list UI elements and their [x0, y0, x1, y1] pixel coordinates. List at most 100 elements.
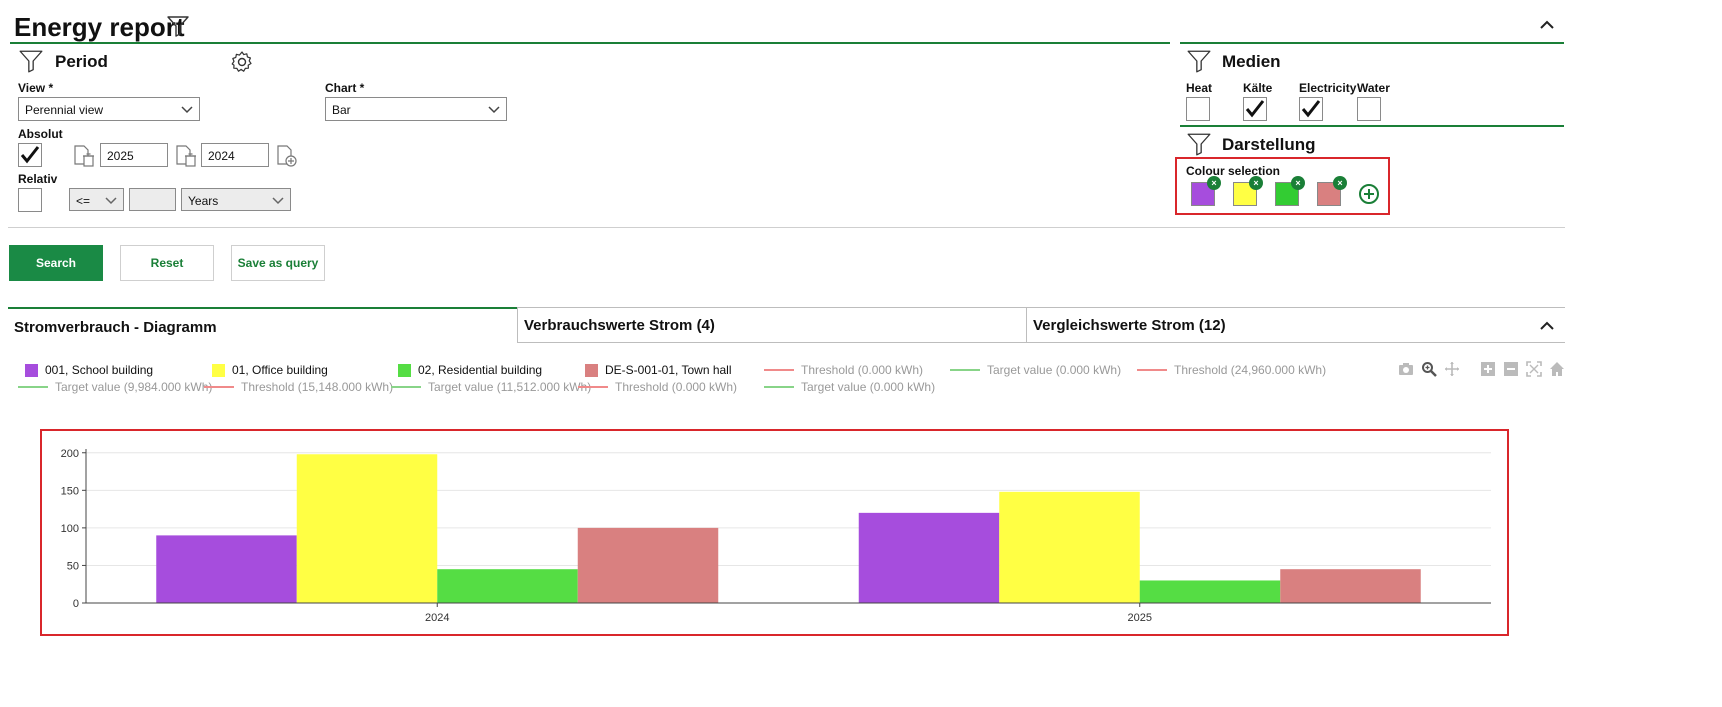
view-select[interactable]: Perennial view: [18, 97, 200, 121]
legend-label: 01, Office building: [232, 363, 328, 377]
filters-divider: [8, 227, 1565, 228]
period-title: Period: [55, 52, 108, 71]
checkmark-icon: [1301, 100, 1321, 118]
y-tick-label: 100: [61, 523, 79, 535]
delete-year-icon[interactable]: [72, 144, 96, 168]
tab-label: Stromverbrauch - Diagramm: [14, 319, 217, 336]
camera-icon[interactable]: [1398, 361, 1414, 377]
legend-line: [764, 386, 794, 388]
pan-icon[interactable]: [1444, 361, 1460, 377]
legend-item[interactable]: Target value (11,512.000 kWh): [391, 380, 591, 394]
x-tick-label: 2024: [425, 612, 449, 624]
medien-label-kaelte: Kälte: [1243, 81, 1273, 95]
chart-select[interactable]: Bar: [325, 97, 507, 121]
reset-button[interactable]: Reset: [120, 245, 214, 281]
delete-year-icon[interactable]: [174, 144, 198, 168]
medien-filter-icon: [1186, 48, 1212, 74]
y-tick-label: 150: [61, 485, 79, 497]
legend-item[interactable]: Threshold (24,960.000 kWh): [1137, 363, 1326, 377]
legend-item[interactable]: Threshold (0.000 kWh): [764, 363, 923, 377]
medien-checkbox-heat[interactable]: [1186, 97, 1210, 121]
header-divider: [10, 42, 1170, 44]
darstellung-filter-icon: [1186, 131, 1212, 157]
medien-checkbox-kaelte[interactable]: [1243, 97, 1267, 121]
legend-item[interactable]: Threshold (0.000 kWh): [578, 380, 737, 394]
collapse-tabs-icon[interactable]: [1538, 317, 1556, 335]
legend-swatch: [585, 363, 598, 377]
legend-label: Threshold (0.000 kWh): [615, 380, 738, 394]
relativ-checkbox[interactable]: [18, 188, 42, 212]
checkmark-icon: [20, 146, 40, 164]
legend-item[interactable]: 02, Residential building: [398, 363, 542, 377]
colour-swatch-1[interactable]: ×: [1191, 176, 1221, 206]
colour-selection-label: Colour selection: [1186, 164, 1281, 178]
medien-divider: [1180, 125, 1564, 127]
search-button[interactable]: Search: [9, 245, 103, 281]
year-from-input[interactable]: 2025: [100, 143, 168, 167]
legend-line: [950, 369, 980, 371]
colour-swatch-4[interactable]: ×: [1317, 176, 1347, 206]
bar: [858, 512, 1000, 603]
view-select-value: Perennial view: [25, 103, 104, 117]
legend-line: [391, 386, 421, 388]
chart-toolbar: [1398, 361, 1565, 377]
operator-select[interactable]: <=: [69, 188, 124, 211]
save-as-query-button[interactable]: Save as query: [231, 245, 325, 281]
remove-colour-icon[interactable]: ×: [1249, 176, 1263, 190]
autoscale-icon[interactable]: [1526, 361, 1542, 377]
darstellung-title: Darstellung: [1222, 135, 1316, 154]
unit-select[interactable]: Years: [181, 188, 291, 211]
bar: [1280, 569, 1421, 603]
zoom-in-icon[interactable]: [1480, 361, 1496, 377]
bar: [296, 454, 438, 603]
add-colour-icon[interactable]: [1358, 183, 1380, 205]
medien-label-water: Water: [1357, 81, 1390, 95]
medien-checkbox-water[interactable]: [1357, 97, 1381, 121]
y-tick-label: 200: [61, 448, 79, 460]
settings-gear-icon[interactable]: [230, 50, 254, 74]
legend-item[interactable]: Target value (0.000 kWh): [950, 363, 1121, 377]
bar: [156, 535, 297, 603]
header-divider-right: [1180, 42, 1564, 44]
bar: [437, 569, 578, 603]
legend-item[interactable]: Threshold (15,148.000 kWh): [204, 380, 393, 394]
filter-icon[interactable]: [166, 14, 190, 38]
legend-item[interactable]: 001, School building: [25, 363, 153, 377]
legend-label: DE-S-001-01, Town hall: [605, 363, 732, 377]
page-title: Energy report: [14, 12, 185, 42]
legend-label: Target value (11,512.000 kWh): [428, 380, 592, 394]
zoom-out-icon[interactable]: [1503, 361, 1519, 377]
year-to-input[interactable]: 2024: [201, 143, 269, 167]
reset-axes-icon[interactable]: [1549, 361, 1565, 377]
legend-label: Target value (0.000 kWh): [801, 380, 936, 394]
collapse-header-icon[interactable]: [1538, 16, 1556, 34]
medien-checkbox-electricity[interactable]: [1299, 97, 1323, 121]
remove-colour-icon[interactable]: ×: [1207, 176, 1221, 190]
legend-item[interactable]: 01, Office building: [212, 363, 328, 377]
relative-number-input[interactable]: [129, 188, 176, 211]
legend-label: Target value (0.000 kWh): [987, 363, 1122, 377]
tab-verbrauchswerte-strom[interactable]: Verbrauchswerte Strom (4): [517, 307, 1026, 343]
remove-colour-icon[interactable]: ×: [1291, 176, 1305, 190]
legend-item[interactable]: Target value (0.000 kWh): [764, 380, 935, 394]
legend-item[interactable]: DE-S-001-01, Town hall: [585, 363, 732, 377]
chevron-down-icon: [105, 197, 117, 205]
bar-chart: 0 50 100 150 200 2024 2025: [61, 448, 1491, 624]
legend-swatch: [212, 363, 225, 377]
x-tick-label: 2025: [1128, 612, 1152, 624]
remove-colour-icon[interactable]: ×: [1333, 176, 1347, 190]
bar: [999, 491, 1140, 603]
colour-swatch-3[interactable]: ×: [1275, 176, 1305, 206]
add-year-icon[interactable]: [275, 144, 299, 168]
legend-item[interactable]: Target value (9,984.000 kWh): [18, 380, 212, 394]
legend-swatch: [25, 363, 38, 377]
tab-label: Verbrauchswerte Strom (4): [524, 317, 715, 334]
tab-stromverbrauch-diagramm[interactable]: Stromverbrauch - Diagramm: [8, 307, 517, 343]
checkmark-icon: [1245, 100, 1265, 118]
zoom-icon[interactable]: [1421, 361, 1437, 377]
tab-vergleichswerte-strom[interactable]: Vergleichswerte Strom (12): [1026, 307, 1565, 343]
medien-title: Medien: [1222, 52, 1281, 71]
absolut-checkbox[interactable]: [18, 143, 42, 167]
colour-swatch-2[interactable]: ×: [1233, 176, 1263, 206]
legend-line: [1137, 369, 1167, 371]
